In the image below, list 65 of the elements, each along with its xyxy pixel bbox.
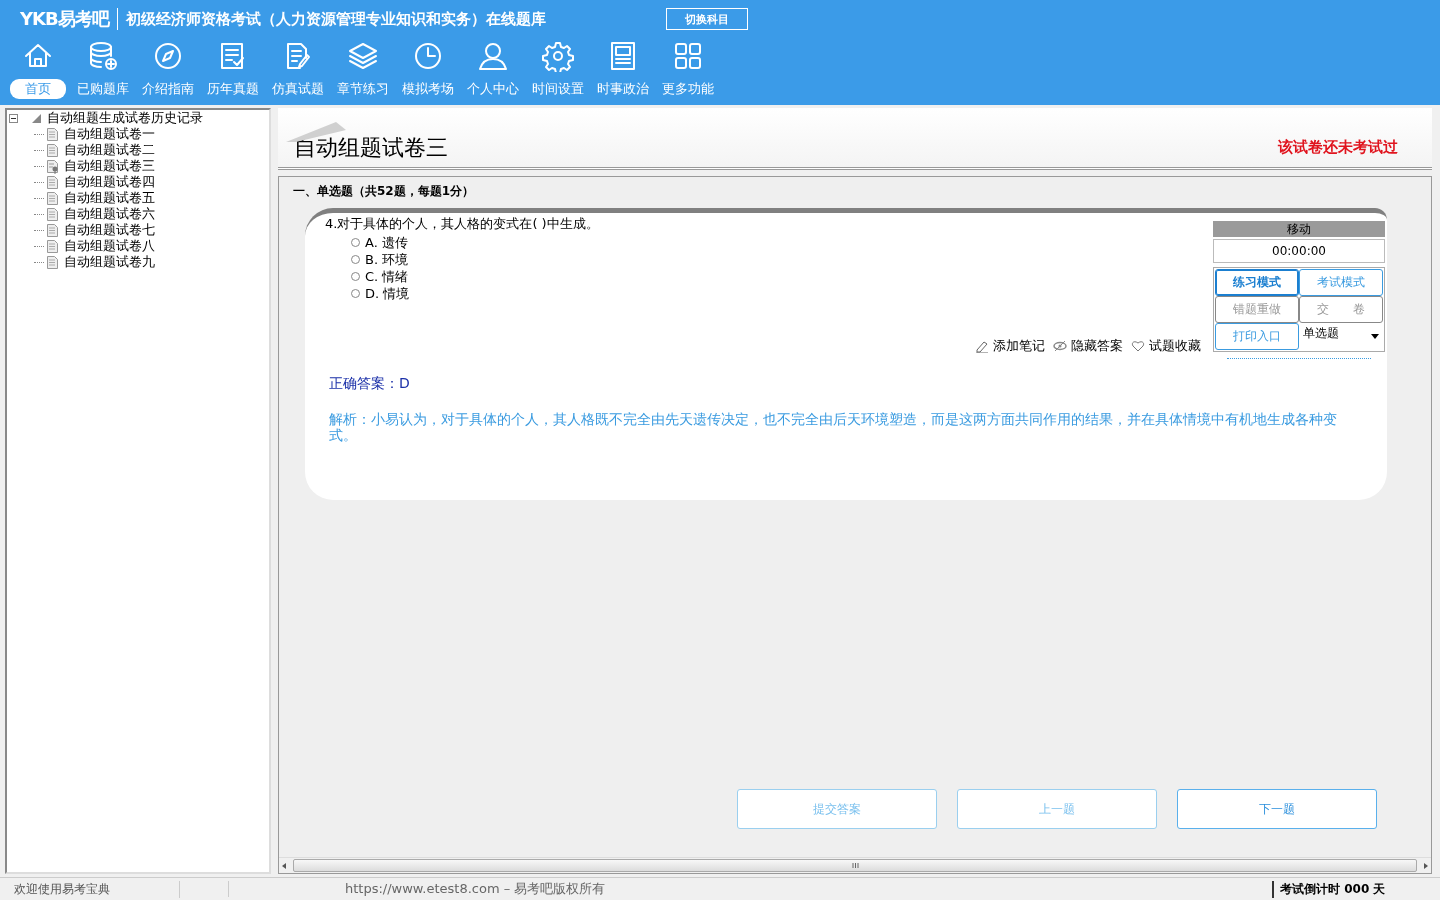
- copyright-text: https://www.etest8.com – 易考吧版权所有: [344, 880, 607, 898]
- user-icon: [477, 40, 509, 72]
- tree-item[interactable]: 自动组题试卷四: [64, 173, 155, 191]
- option-label[interactable]: C. 情绪: [365, 267, 409, 286]
- app-title: 初级经济师资格考试（人力资源管理专业知识和实务）在线题库: [125, 9, 547, 29]
- nav-tab[interactable]: 介绍指南: [138, 79, 198, 99]
- tree-item[interactable]: 自动组题试卷八: [64, 237, 155, 255]
- welcome-text: 欢迎使用易考宝典: [0, 880, 180, 898]
- radio-button[interactable]: [351, 238, 360, 247]
- layers-icon: [347, 40, 379, 72]
- dropdown-caret-icon: [1371, 334, 1379, 339]
- nav-tab[interactable]: 仿真试题: [268, 79, 328, 99]
- grip-icon: [851, 863, 859, 868]
- question-text: 4.对于具体的个人，其人格的变式在( )中生成。: [325, 215, 599, 233]
- option-label[interactable]: B. 环境: [365, 250, 409, 269]
- question-type-select[interactable]: 单选题: [1299, 323, 1383, 350]
- tree-item[interactable]: 自动组题试卷三: [64, 157, 155, 175]
- panel-button[interactable]: 打印入口: [1215, 323, 1299, 350]
- nav-tab[interactable]: 章节练习: [333, 79, 393, 99]
- tree-item[interactable]: 自动组题试卷九: [64, 253, 155, 271]
- scrollbar-thumb[interactable]: [293, 859, 1417, 872]
- option-label[interactable]: A. 遗传: [365, 233, 408, 252]
- radio-button[interactable]: [351, 272, 360, 281]
- panel-drag-bar[interactable]: 移动: [1213, 221, 1385, 237]
- panel-button[interactable]: 考试模式: [1299, 269, 1383, 296]
- nav-tab[interactable]: 个人中心: [463, 79, 523, 99]
- nav-tab[interactable]: 时间设置: [528, 79, 588, 99]
- paper-status: 该试卷还未考试过: [1278, 138, 1398, 157]
- option-label[interactable]: D. 情境: [365, 284, 410, 303]
- nav-tab[interactable]: 历年真题: [203, 79, 263, 99]
- radio-button[interactable]: [351, 255, 360, 264]
- compass-icon: [152, 40, 184, 72]
- panel-button[interactable]: 练习模式: [1215, 269, 1299, 296]
- section-heading: 一、单选题（共52题，每题1分）: [293, 184, 475, 198]
- nav-tab[interactable]: 首页: [10, 79, 66, 99]
- tree-item[interactable]: 自动组题试卷一: [64, 125, 155, 143]
- answer-analysis: 解析：小易认为，对于具体的个人，其人格既不完全由先天遗传决定，也不完全由后天环境塑造，而是这两方面共同作用的结果，并在具体情境中有机地生成各种变式。: [329, 411, 1338, 443]
- nav-button[interactable]: 下一题: [1177, 789, 1377, 829]
- tree-item[interactable]: 自动组题试卷二: [64, 141, 155, 159]
- nav-tab[interactable]: 更多功能: [658, 79, 718, 99]
- timer-display: 00:00:00: [1213, 239, 1385, 263]
- nav-tab[interactable]: 已购题库: [73, 79, 133, 99]
- exam-countdown: 考试倒计时 000 天: [1272, 880, 1440, 898]
- tree-item[interactable]: 自动组题试卷七: [64, 221, 155, 239]
- clock-icon: [412, 40, 444, 72]
- tree-item[interactable]: 自动组题试卷五: [64, 189, 155, 207]
- tree-item[interactable]: 自动组题试卷六: [64, 205, 155, 223]
- paper-title: 自动组题试卷三: [294, 134, 448, 162]
- switch-subject-button[interactable]: 切换科目: [665, 8, 748, 30]
- triangle-icon: [30, 112, 42, 124]
- database-icon: [87, 40, 119, 72]
- nav-tab[interactable]: 时事政治: [593, 79, 653, 99]
- radio-button[interactable]: [351, 289, 360, 298]
- app-logo: YKB易考吧: [20, 8, 118, 30]
- tool-button[interactable]: 试题收藏: [1131, 337, 1201, 355]
- grid-icon: [672, 40, 704, 72]
- nav-tab[interactable]: 模拟考场: [398, 79, 458, 99]
- tool-button[interactable]: 添加笔记: [975, 337, 1045, 355]
- settings-icon: [542, 40, 574, 72]
- correct-answer: 正确答案：D: [329, 375, 410, 393]
- tree-root[interactable]: 自动组题生成试卷历史记录: [47, 109, 203, 127]
- heart-icon: [1131, 339, 1145, 353]
- eye-icon: [1053, 339, 1067, 353]
- tool-button[interactable]: 隐藏答案: [1053, 337, 1123, 355]
- pencil-icon: [975, 339, 989, 353]
